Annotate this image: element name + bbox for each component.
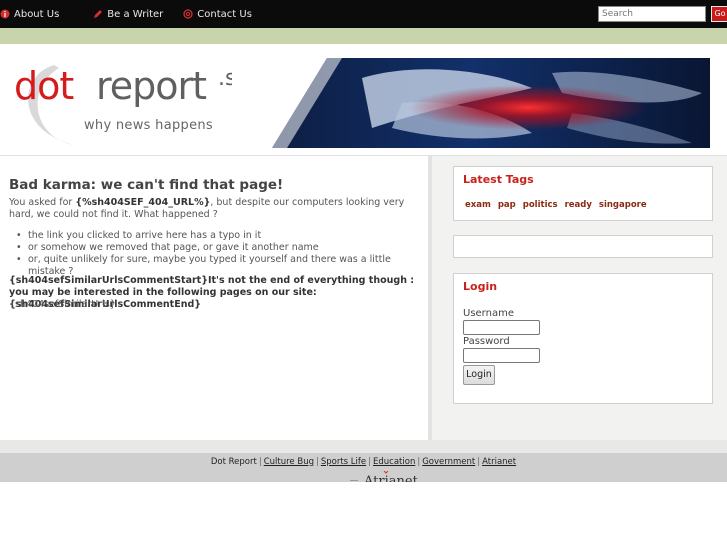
tag-ready[interactable]: ready bbox=[565, 200, 592, 210]
search-go-button[interactable]: Go bbox=[711, 6, 727, 22]
nav-label: Be a Writer bbox=[107, 8, 164, 20]
nav-label: About Us bbox=[14, 8, 60, 20]
list-item: or somehow we removed that page, or gave… bbox=[16, 242, 426, 254]
login-button[interactable]: Login bbox=[463, 365, 495, 385]
top-navigation-bar: About Us Be a Writer Contact Us Go bbox=[0, 0, 727, 28]
top-nav: About Us Be a Writer Contact Us bbox=[0, 0, 272, 28]
footer-link-culture-bug[interactable]: Culture Bug bbox=[264, 457, 314, 467]
atrianet-logo-icon[interactable]: Atrianet bbox=[346, 471, 422, 482]
intro-url-placeholder: {%sh404SEF_404_URL%} bbox=[75, 197, 211, 208]
reasons-list: the link you clicked to arrive here has … bbox=[16, 230, 426, 278]
footer-links: Dot Report | Culture Bug | Sports Life | Educa… bbox=[210, 457, 517, 467]
username-field[interactable] bbox=[463, 320, 540, 335]
password-label: Password bbox=[463, 336, 510, 347]
content-bottom-strip bbox=[0, 440, 727, 453]
tag-politics[interactable]: politics bbox=[523, 200, 558, 210]
about-icon bbox=[0, 9, 10, 19]
footer-link-government[interactable]: Government bbox=[422, 457, 475, 467]
error-intro: You asked for {%sh404SEF_404_URL%}, but … bbox=[9, 197, 419, 221]
tag-exam[interactable]: exam bbox=[465, 200, 491, 210]
login-title: Login bbox=[463, 280, 498, 293]
writer-icon bbox=[93, 9, 103, 19]
login-box: Login Username Password Login bbox=[453, 273, 713, 404]
error-content: Bad karma: we can't find that page! You … bbox=[0, 156, 432, 440]
site-header: dot report .sg why news happens bbox=[0, 44, 727, 156]
intro-text: You asked for bbox=[9, 197, 76, 208]
tag-list: exam pap politics ready singapore bbox=[465, 200, 654, 210]
nav-contact-us[interactable]: Contact Us bbox=[183, 9, 252, 20]
logo-report[interactable]: report bbox=[96, 64, 207, 108]
password-field[interactable] bbox=[463, 348, 540, 363]
globe-banner-image bbox=[232, 58, 710, 148]
latest-tags-title: Latest Tags bbox=[463, 173, 534, 186]
latest-tags-box: Latest Tags exam pap politics ready sing… bbox=[453, 166, 713, 221]
logo-dot[interactable]: dot bbox=[14, 64, 74, 108]
search-input[interactable] bbox=[598, 6, 706, 22]
footer-site-name: Dot Report bbox=[210, 457, 257, 467]
tag-singapore[interactable]: singapore bbox=[599, 200, 647, 210]
error-title: Bad karma: we can't find that page! bbox=[9, 177, 284, 193]
username-label: Username bbox=[463, 308, 514, 319]
nav-label: Contact Us bbox=[197, 8, 252, 20]
similar-urls: {sh404sefSimilarUrls} bbox=[9, 299, 116, 310]
list-item: the link you clicked to arrive here has … bbox=[16, 230, 426, 242]
contact-icon bbox=[183, 9, 193, 19]
nav-be-a-writer[interactable]: Be a Writer bbox=[93, 9, 163, 20]
nav-about-us[interactable]: About Us bbox=[0, 9, 59, 20]
tag-pap[interactable]: pap bbox=[498, 200, 516, 210]
empty-module-box bbox=[453, 235, 713, 258]
svg-text:Atrianet: Atrianet bbox=[363, 474, 419, 482]
footer-link-atrianet[interactable]: Atrianet bbox=[482, 457, 516, 467]
footer-link-sports-life[interactable]: Sports Life bbox=[321, 457, 366, 467]
tagline: why news happens bbox=[84, 118, 213, 133]
accent-band bbox=[0, 28, 727, 44]
footer-link-education[interactable]: Education bbox=[373, 457, 415, 467]
